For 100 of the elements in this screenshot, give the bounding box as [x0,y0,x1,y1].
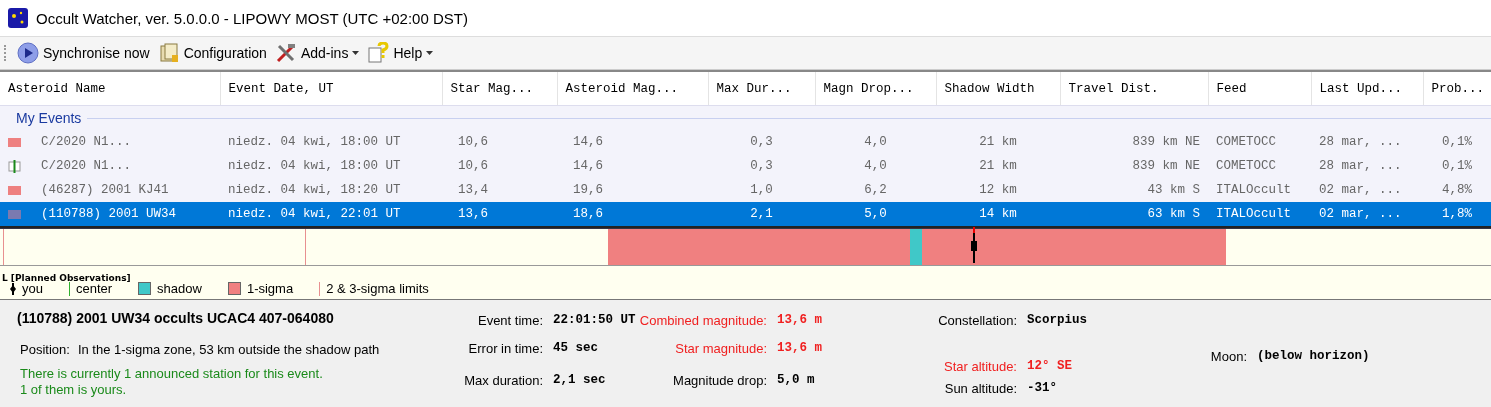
legend-swatch [138,282,152,295]
field-label: Star magnitude: [674,340,767,356]
event-row[interactable]: (46287) 2001 KJ41 niedz. 04 kwi, 18:20 UT 13,4 19,6 1,0 6,2 12 km 43 km S ITALOccult 02 mar, ... 4,8% [0,178,1491,202]
table-cell: 1,0 [708,178,815,202]
asteroid-name: (46287) 2001 KJ41 [41,183,169,197]
toolbar-button[interactable]: Configuration [154,40,270,66]
column-header[interactable]: Magn Drop... [815,71,936,106]
group-header[interactable]: My Events [16,110,82,126]
table-cell: 839 km NE [1060,154,1208,178]
column-header[interactable]: Star Mag... [442,71,557,106]
asteroid-name: C/2020 N1... [41,135,131,149]
column-header[interactable]: Max Dur... [708,71,815,106]
status-icon [8,185,21,195]
status-icon [8,137,21,147]
table-cell: 13,4 [442,178,557,202]
table-cell: 5,0 [815,202,936,226]
field-label: Moon: [1209,348,1247,364]
field-value: 13,6 m [777,341,822,355]
legend-label: 2 & 3-sigma limits [326,281,429,296]
field-label: Event time: [476,312,543,328]
table-cell: niedz. 04 kwi, 18:00 UT [220,130,442,154]
table-cell: 1,8% [1423,202,1491,226]
table-cell: 4,8% [1423,178,1491,202]
table-cell: 21 km [936,154,1060,178]
table-cell: niedz. 04 kwi, 22:01 UT [220,202,442,226]
table-cell: 02 mar, ... [1311,178,1423,202]
tools-icon [274,42,297,64]
table-cell: 0,1% [1423,154,1491,178]
caret-icon [352,51,360,55]
play-icon [17,42,39,64]
field-value: 45 sec [553,341,598,355]
field-value: 2,1 sec [553,373,606,387]
table-cell: 14,6 [557,154,708,178]
toolbar-button[interactable]: Help [364,40,437,66]
table-cell: COMETOCC [1208,130,1311,154]
field-value: 5,0 m [777,373,815,387]
position-text: In the 1-sigma zone, 53 km outside the shadow path [77,342,380,357]
event-row[interactable]: (110788) 2001 UW34 niedz. 04 kwi, 22:01 UT 13,6 18,6 2,1 5,0 14 km 63 km S ITALOccult 02 mar, ... 1,8% [0,202,1491,226]
asteroid-name: C/2020 N1... [41,159,131,173]
table-cell: 14,6 [557,130,708,154]
table-cell: 19,6 [557,178,708,202]
table-cell: 21 km [936,130,1060,154]
column-header[interactable]: Travel Dist. [1060,71,1208,106]
legend-label: 1-sigma [246,281,294,296]
table-cell: 02 mar, ... [1311,202,1423,226]
legend-swatch [227,282,241,295]
toolbar-button[interactable]: Synchronise now [14,40,153,66]
table-cell: 14 km [936,202,1060,226]
table-cell: 0,3 [708,154,815,178]
legend-line [68,281,70,296]
legend-label: shadow [157,281,202,296]
help-icon [367,42,390,64]
table-cell: 12 km [936,178,1060,202]
field-label: Star altitude: [943,358,1017,374]
field-label: Combined magnitude: [638,312,767,328]
table-cell: ITALOccult [1208,202,1311,226]
observer-marker-icon [10,282,16,295]
table-cell: 2,1 [708,202,815,226]
field-label: Constellation: [937,312,1017,328]
table-cell: 63 km S [1060,202,1208,226]
column-header[interactable]: Shadow Width [936,71,1060,106]
table-cell: 4,0 [815,154,936,178]
field-label: Sun altitude: [943,380,1017,396]
table-cell: 18,6 [557,202,708,226]
table-cell: niedz. 04 kwi, 18:20 UT [220,178,442,202]
column-header[interactable]: Prob... [1423,71,1491,106]
legend-label: you [22,281,43,296]
app-icon [8,8,28,28]
status-icon [8,209,21,219]
table-cell: 13,6 [442,202,557,226]
event-title: (110788) 2001 UW34 occults UCAC4 407-064080 [17,310,335,326]
station-icon [8,159,21,173]
table-cell: 839 km NE [1060,130,1208,154]
field-value: Scorpius [1027,313,1087,327]
asteroid-name: (110788) 2001 UW34 [41,207,177,221]
event-row[interactable]: C/2020 N1... niedz. 04 kwi, 18:00 UT 10,6 14,6 0,3 4,0 21 km 839 km NE COMETOCC 28 mar, ... 0,1% [0,130,1491,154]
field-value: 12° SE [1027,359,1072,373]
table-cell: 43 km S [1060,178,1208,202]
field-label: Position: [20,342,70,357]
field-label: Magnitude drop: [672,372,767,388]
stations-note: There is currently 1 announced station for this event. 1 of them is yours. [19,366,324,398]
column-header[interactable]: Asteroid Name [0,71,220,106]
field-value: (below horizon) [1257,349,1370,363]
legend-label: center [75,281,113,296]
documents-icon [157,42,180,64]
column-header[interactable]: Asteroid Mag... [557,71,708,106]
field-label: Max duration: [463,372,543,388]
caret-icon [426,51,434,55]
field-value: -31° [1027,381,1057,395]
column-header[interactable]: Feed [1208,71,1311,106]
table-cell: niedz. 04 kwi, 18:00 UT [220,154,442,178]
window-title: Occult Watcher, ver. 5.0.0.0 - LIPOWY MOST (UTC +02:00 DST) [36,9,468,27]
column-header[interactable]: Event Date, UT [220,71,442,106]
field-label: Error in time: [467,340,543,356]
legend-line [319,281,321,296]
event-row[interactable]: C/2020 N1... niedz. 04 kwi, 18:00 UT 10,6 14,6 0,3 4,0 21 km 839 km NE COMETOCC 28 mar, ... 0,1% [0,154,1491,178]
column-header[interactable]: Last Upd... [1311,71,1423,106]
table-cell: 10,6 [442,154,557,178]
toolbar-button[interactable]: Add-ins [271,40,363,66]
table-cell: 0,1% [1423,130,1491,154]
